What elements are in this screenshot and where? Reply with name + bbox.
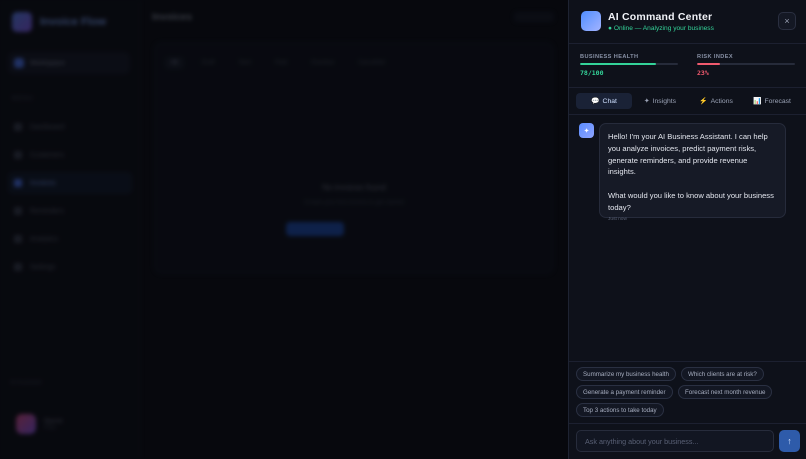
suggestion-chip[interactable]: Generate a payment reminder <box>576 385 673 399</box>
tab-insights[interactable]: ✦ Insights <box>632 93 688 109</box>
message-bubble: Hello! I'm your AI Business Assistant. I… <box>599 123 786 222</box>
tab-label: Insights <box>652 97 677 105</box>
suggestion-chip[interactable]: Which clients are at risk? <box>681 367 764 381</box>
tab-actions[interactable]: ⚡ Actions <box>688 93 744 109</box>
tab-label: Chat <box>602 97 617 105</box>
tab-label: Actions <box>710 97 733 105</box>
ai-command-center-panel: AI Command Center ● Online — Analyzing y… <box>568 0 806 459</box>
chat-icon: 💬 <box>591 98 600 105</box>
message-timestamp: Just now <box>608 216 627 222</box>
ai-status-text: ● Online — Analyzing your business <box>608 25 714 32</box>
ai-panel-header: AI Command Center ● Online — Analyzing y… <box>569 0 806 44</box>
chart-icon: 📊 <box>753 98 762 105</box>
risk-index-value: 23% <box>697 69 709 77</box>
suggestion-chip[interactable]: Top 3 actions to take today <box>576 403 664 417</box>
suggestion-chip[interactable]: Summarize my business health <box>576 367 676 381</box>
tab-forecast[interactable]: 📊 Forecast <box>744 93 800 109</box>
close-button[interactable]: × <box>778 12 796 30</box>
business-health-fill <box>580 63 657 65</box>
tab-label: Forecast <box>764 97 791 105</box>
business-health-value: 78/100 <box>580 69 604 77</box>
metric-label: RISK INDEX <box>697 54 734 60</box>
message-text-intro: Hello! I'm your AI Business Assistant. I… <box>608 132 768 177</box>
modal-backdrop[interactable] <box>0 0 568 459</box>
chat-input[interactable] <box>576 430 774 452</box>
ai-logo-icon <box>581 11 601 31</box>
send-button[interactable]: ↑ <box>779 430 800 452</box>
risk-index-bar <box>697 63 795 65</box>
divider <box>569 361 806 362</box>
sparkle-icon: ✦ <box>643 98 650 105</box>
business-health-metric: BUSINESS HEALTH 78/100 <box>580 54 678 77</box>
metric-label: BUSINESS HEALTH <box>580 54 639 60</box>
risk-index-metric: RISK INDEX 23% <box>697 54 795 77</box>
tab-chat[interactable]: 💬 Chat <box>576 93 632 109</box>
close-icon: × <box>784 16 790 26</box>
suggestion-chip[interactable]: Forecast next month revenue <box>678 385 773 399</box>
lightning-icon: ⚡ <box>699 98 708 105</box>
ai-panel-title: AI Command Center <box>608 11 713 23</box>
ai-tabs: 💬 Chat ✦ Insights ⚡ Actions 📊 Forecast <box>576 93 800 109</box>
assistant-avatar-icon: ✦ <box>579 123 594 138</box>
send-icon: ↑ <box>787 436 792 446</box>
risk-index-fill <box>697 63 720 65</box>
divider <box>569 423 806 424</box>
business-health-bar <box>580 63 678 65</box>
message-text-question: What would you like to know about your b… <box>608 191 774 212</box>
divider <box>569 114 806 115</box>
metrics-bar: BUSINESS HEALTH 78/100 RISK INDEX 23% <box>569 44 806 88</box>
